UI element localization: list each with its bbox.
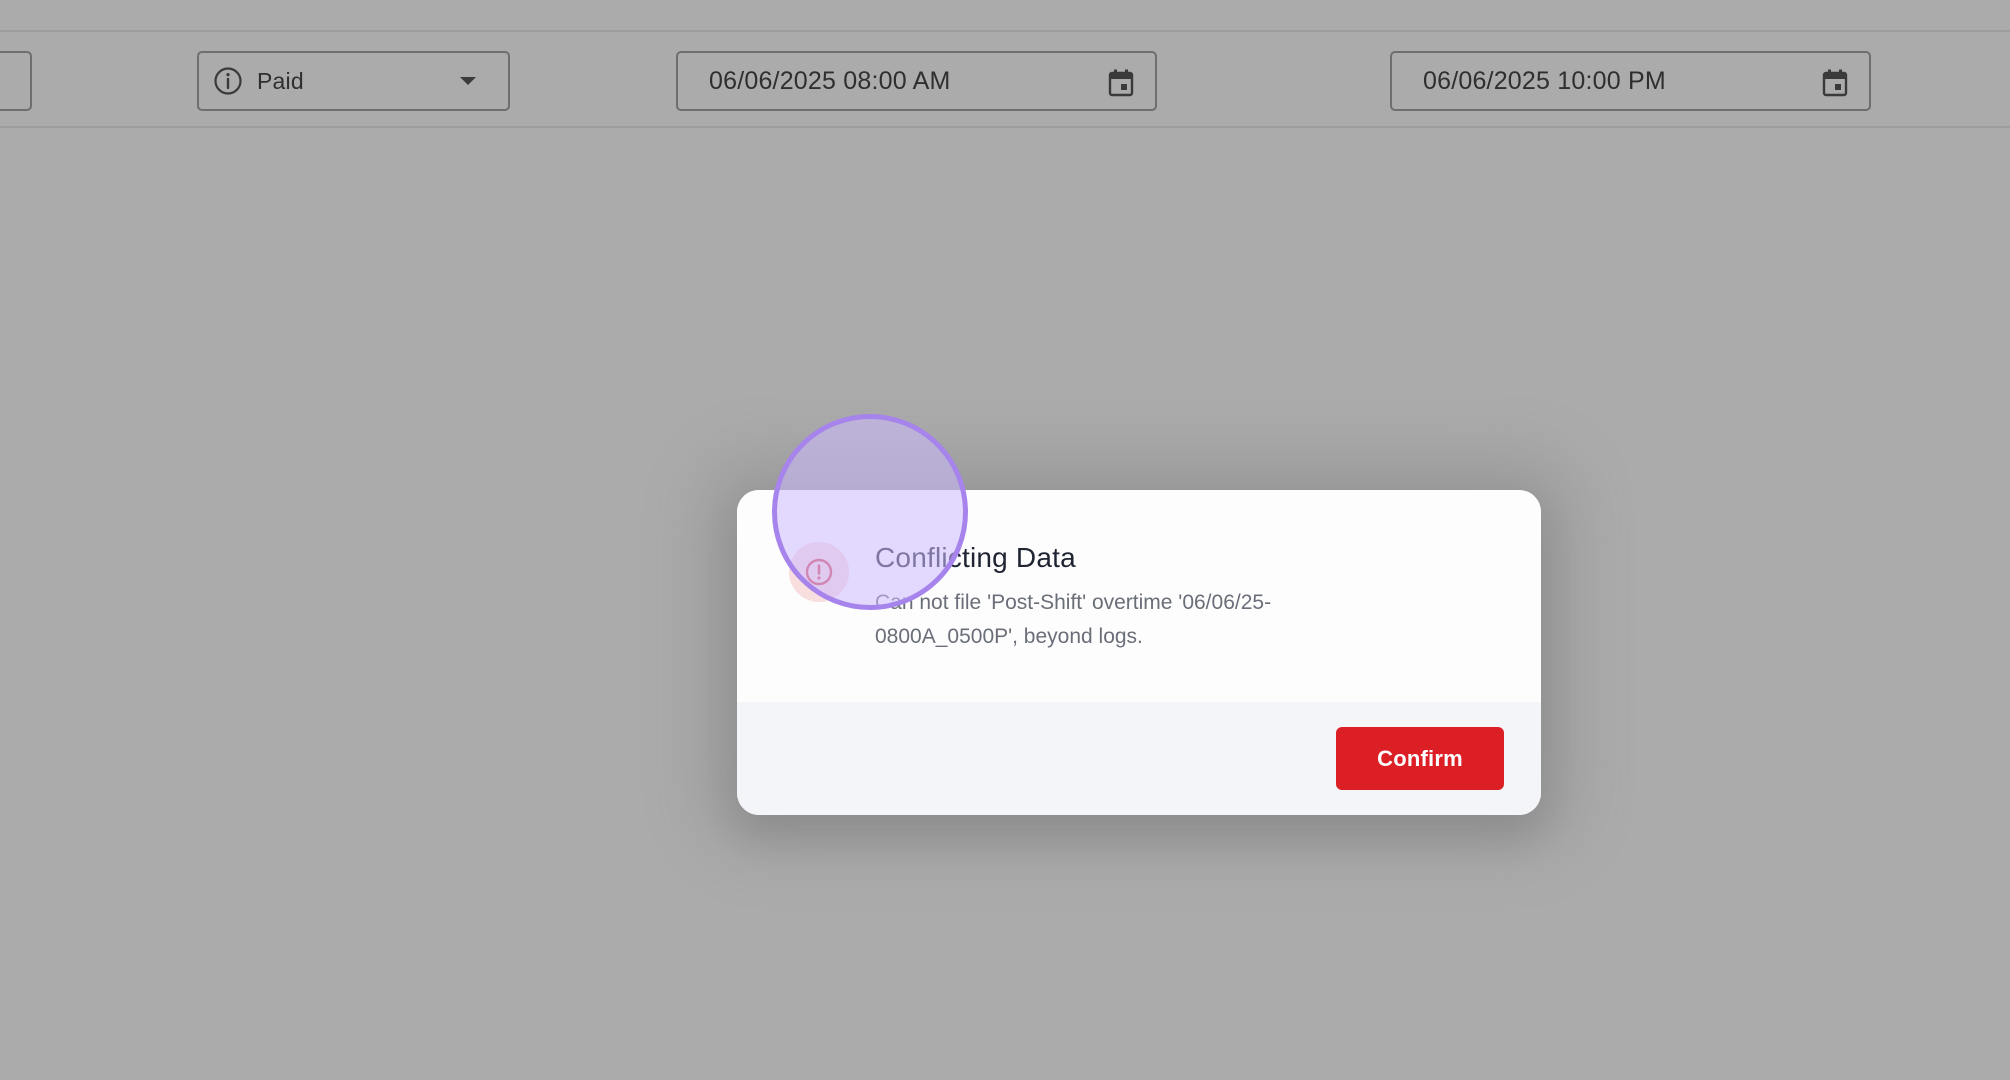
end-datetime-field[interactable]: 06/06/2025 10:00 PM: [1390, 51, 1871, 111]
pay-type-select[interactable]: Paid: [197, 51, 510, 111]
start-datetime-field[interactable]: 06/06/2025 08:00 AM: [676, 51, 1157, 111]
dialog-title: Conflicting Data: [875, 542, 1076, 573]
alert-circle-icon: [805, 558, 833, 586]
dialog-body: Conflicting Data Can not file 'Post-Shif…: [737, 490, 1541, 702]
pay-type-value: Paid: [257, 67, 304, 94]
calendar-icon[interactable]: [1108, 69, 1134, 97]
confirm-button[interactable]: Confirm: [1336, 727, 1504, 790]
conflict-dialog: Conflicting Data Can not file 'Post-Shif…: [737, 490, 1541, 815]
start-datetime-value: 06/06/2025 08:00 AM: [709, 66, 951, 95]
page: Paid 06/06/2025 08:00 AM 06/06/2025 10:0…: [0, 0, 2010, 1080]
info-icon: [214, 67, 242, 95]
partial-field-left[interactable]: [0, 51, 32, 111]
alert-badge: [789, 542, 849, 602]
caret-down-icon[interactable]: [460, 77, 476, 85]
top-divider: [0, 30, 2010, 32]
dialog-message: Can not file 'Post-Shift' overtime '06/0…: [875, 591, 1272, 648]
calendar-icon[interactable]: [1822, 69, 1848, 97]
filter-bar-divider: [0, 126, 2010, 128]
end-datetime-value: 06/06/2025 10:00 PM: [1423, 66, 1666, 95]
